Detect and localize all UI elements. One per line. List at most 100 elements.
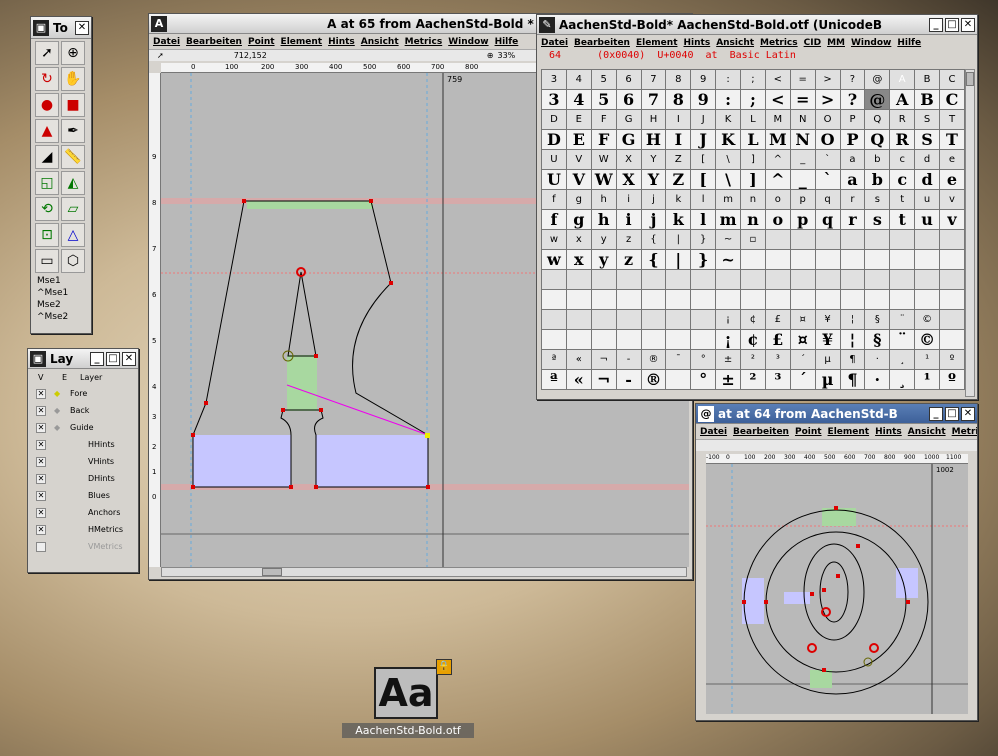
menu-ansicht[interactable]: Ansicht	[361, 37, 399, 47]
toolbox-titlebar[interactable]: ▣ To ✕	[31, 17, 91, 39]
menu-element[interactable]: Element	[636, 38, 678, 48]
glyph-cell[interactable]: ª	[541, 369, 567, 390]
glyph-cell[interactable]	[615, 289, 642, 310]
glyph-cell[interactable]: Q	[864, 129, 891, 150]
glyph-cell[interactable]: g	[565, 209, 592, 230]
menu-ansicht[interactable]: Ansicht	[908, 427, 946, 437]
glyph-cell[interactable]: ¢	[740, 329, 766, 350]
menu-bearbeiten[interactable]: Bearbeiten	[186, 37, 242, 47]
glyph-cell[interactable]	[640, 329, 667, 350]
menu-hilfe[interactable]: Hilfe	[897, 38, 921, 48]
menu-hints[interactable]: Hints	[684, 38, 711, 48]
glyph-cell[interactable]	[939, 289, 965, 310]
glyph-cell[interactable]	[615, 329, 642, 350]
glyph-cell[interactable]: U	[541, 169, 567, 190]
glyph-cell[interactable]	[814, 249, 841, 270]
menu-hints[interactable]: Hints	[328, 37, 355, 47]
freehand-tool-icon[interactable]: ↻	[35, 67, 59, 91]
glyph-cell[interactable]: V	[565, 169, 592, 190]
glyph-cell[interactable]: µ	[814, 369, 841, 390]
glyph-cell[interactable]: I	[665, 129, 692, 150]
menu-datei[interactable]: Datei	[541, 38, 568, 48]
glyph-cell[interactable]	[665, 289, 692, 310]
visible-checkbox[interactable]: ✕	[36, 490, 46, 501]
glyph-cell[interactable]	[839, 289, 866, 310]
glyph-cell[interactable]: ^	[764, 169, 791, 190]
glyph-cell[interactable]	[565, 289, 592, 310]
glyph-cell[interactable]: °	[690, 369, 717, 390]
rotate-tool-icon[interactable]: ⟲	[35, 197, 59, 221]
layer-row-anchors[interactable]: ✕ Anchors	[28, 504, 138, 521]
glyph-cell[interactable]: [	[690, 169, 717, 190]
glyph-cell[interactable]: |	[665, 249, 692, 270]
glyph-at-titlebar[interactable]: @ at at 64 from AachenStd-B _ □ ✕	[696, 404, 977, 424]
pen-tool-icon[interactable]: ✒	[61, 119, 85, 143]
glyph-cell[interactable]: s	[864, 209, 891, 230]
glyph-cell[interactable]: n	[740, 209, 766, 230]
menu-window[interactable]: Window	[448, 37, 488, 47]
glyph-cell[interactable]	[740, 289, 766, 310]
glyph-cell[interactable]: `	[814, 169, 841, 190]
glyph-cell[interactable]: S	[914, 129, 941, 150]
glyph-cell[interactable]: :	[715, 89, 742, 110]
glyph-cell[interactable]: J	[690, 129, 717, 150]
layer-row-vhints[interactable]: ✕ VHints	[28, 453, 138, 470]
glyph-cell[interactable]: K	[715, 129, 742, 150]
glyph-cell[interactable]	[665, 369, 692, 390]
glyph-cell[interactable]	[740, 249, 766, 270]
glyph-cell[interactable]: ;	[740, 89, 766, 110]
glyph-cell[interactable]	[665, 329, 692, 350]
corner-point-tool-icon[interactable]: ■	[61, 93, 85, 117]
glyph-cell[interactable]: _	[789, 169, 816, 190]
glyph-cell[interactable]: a	[839, 169, 866, 190]
glyph-cell[interactable]: E	[565, 129, 592, 150]
visible-checkbox[interactable]: ✕	[36, 388, 46, 399]
layers-titlebar[interactable]: ▣ Lay _ □ ✕	[28, 349, 138, 369]
glyph-cell[interactable]	[690, 289, 717, 310]
glyph-cell[interactable]: m	[715, 209, 742, 230]
glyph-cell[interactable]: ´	[789, 369, 816, 390]
menu-element[interactable]: Element	[828, 427, 870, 437]
edit-radio[interactable]: ◆	[54, 406, 70, 415]
minimize-icon[interactable]: _	[929, 17, 943, 32]
glyph-cell[interactable]	[864, 249, 891, 270]
glyph-cell[interactable]: ¸	[889, 369, 916, 390]
tangent-point-tool-icon[interactable]: ▲	[35, 119, 59, 143]
glyph-cell[interactable]: D	[541, 129, 567, 150]
edit-radio[interactable]: ◆	[54, 423, 70, 432]
glyph-cell[interactable]: d	[914, 169, 941, 190]
layer-row-back[interactable]: ✕ ◆ Back	[28, 402, 138, 419]
glyph-cell[interactable]: ~	[715, 249, 742, 270]
visible-checkbox[interactable]: ✕	[36, 524, 46, 535]
visible-checkbox[interactable]: ✕	[36, 456, 46, 467]
glyph-cell[interactable]: P	[839, 129, 866, 150]
glyph-cell[interactable]: H	[640, 129, 667, 150]
rectangle-tool-icon[interactable]: ▭	[35, 249, 59, 273]
menu-metrics[interactable]: Metrics	[952, 427, 977, 437]
glyph-cell[interactable]: L	[740, 129, 766, 150]
skew-tool-icon[interactable]: ▱	[61, 197, 85, 221]
visible-checkbox[interactable]: ✕	[36, 439, 46, 450]
close-icon[interactable]: ✕	[961, 406, 975, 421]
glyph-cell[interactable]: ]	[740, 169, 766, 190]
glyph-cell[interactable]: M	[764, 129, 791, 150]
glyph-cell[interactable]: p	[789, 209, 816, 230]
glyph-cell[interactable]	[814, 289, 841, 310]
glyph-cell[interactable]: ©	[914, 329, 941, 350]
close-icon[interactable]: ✕	[75, 20, 89, 35]
glyph-cell[interactable]: 6	[615, 89, 642, 110]
glyph-cell[interactable]: ¥	[814, 329, 841, 350]
glyph-cell[interactable]: -	[615, 369, 642, 390]
glyph-cell[interactable]: N	[789, 129, 816, 150]
perspective-tool-icon[interactable]: △	[61, 223, 85, 247]
glyph-cell[interactable]: x	[565, 249, 592, 270]
edit-radio[interactable]: ◆	[54, 389, 70, 398]
menu-metrics[interactable]: Metrics	[405, 37, 443, 47]
menu-point[interactable]: Point	[795, 427, 822, 437]
glyph-cell[interactable]: G	[615, 129, 642, 150]
menu-mm[interactable]: MM	[827, 38, 845, 48]
glyph-cell[interactable]: h	[590, 209, 617, 230]
glyph-cell[interactable]	[939, 329, 965, 350]
menu-element[interactable]: Element	[281, 37, 323, 47]
glyph-cell[interactable]: º	[939, 369, 965, 390]
